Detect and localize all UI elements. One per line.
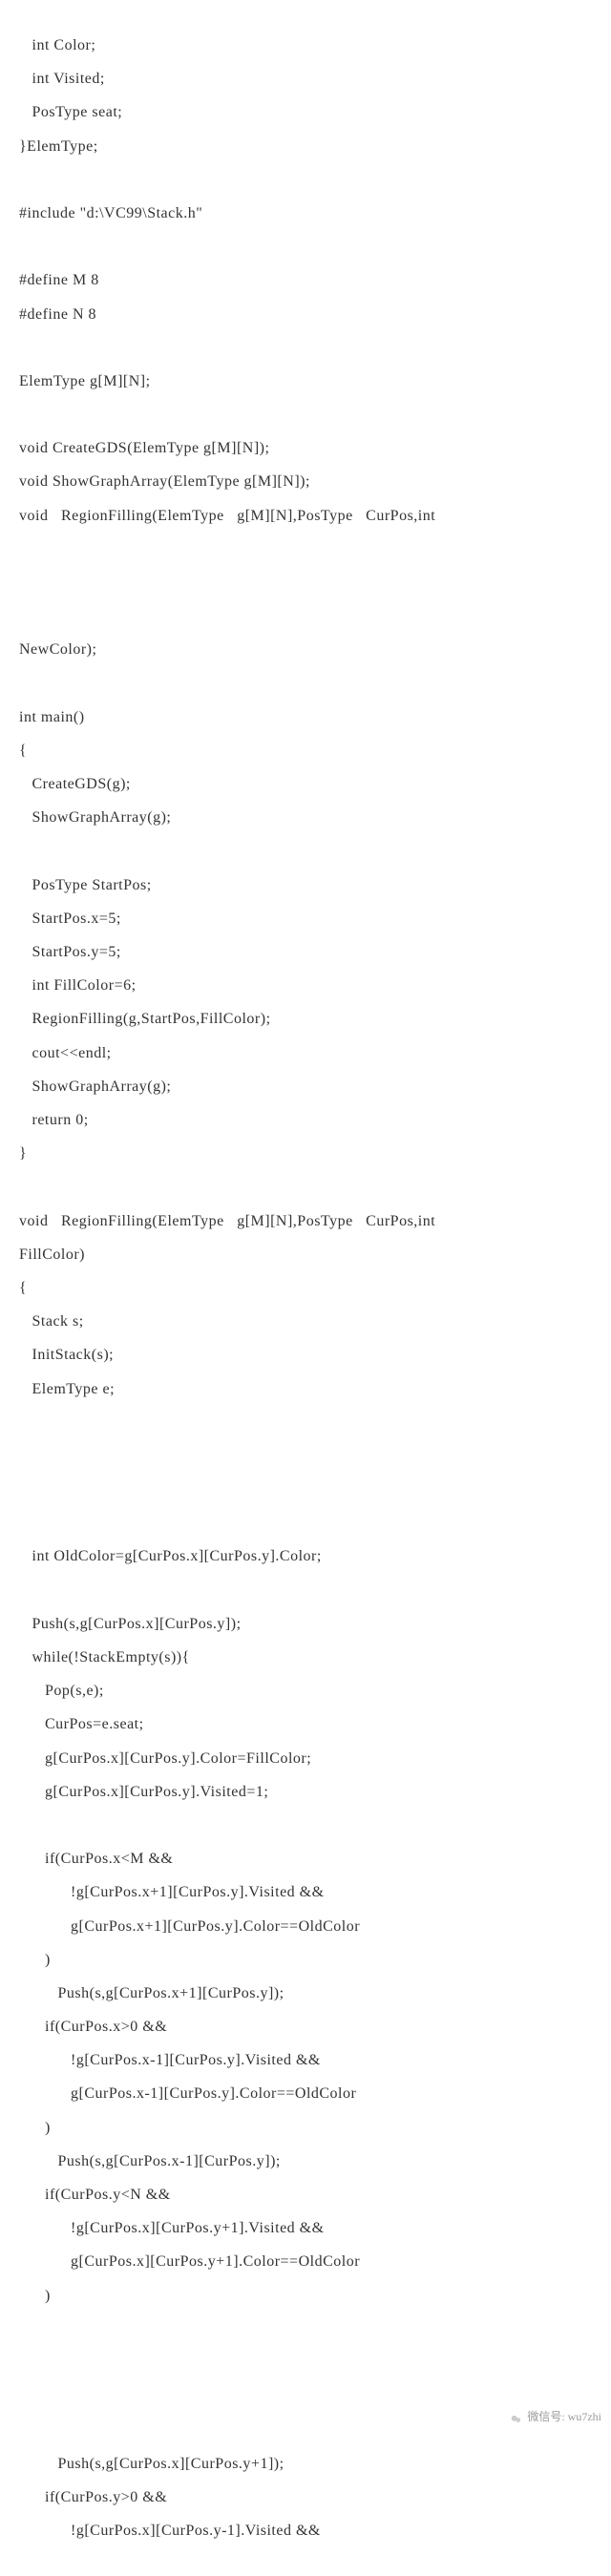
- wechat-icon: [510, 2410, 523, 2423]
- watermark-text: 微信号: wu7zhi: [527, 2404, 601, 2429]
- watermark: 微信号: wu7zhi: [510, 2404, 601, 2429]
- code-content: int Color; int Visited; PosType seat; }E…: [19, 29, 592, 2547]
